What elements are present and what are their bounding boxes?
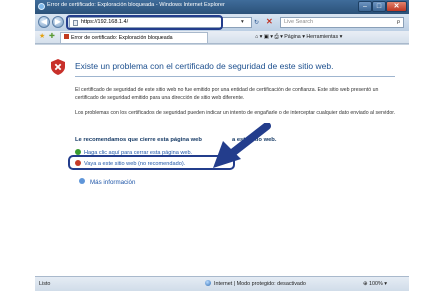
favorites-star-icon[interactable]: ★ <box>39 32 45 40</box>
back-button[interactable]: ◀ <box>38 16 50 28</box>
zoom-value: 100% <box>369 281 383 287</box>
error-heading: Existe un problema con el certificado de… <box>75 61 334 71</box>
command-bar-tools[interactable]: ⌂ ▾ ▣ ▾ ⎙ ▾ Página ▾ Herramientas ▾ <box>255 32 342 42</box>
forward-button[interactable]: ▶ <box>52 16 64 28</box>
tab-bar: ★ ✚ Error de certificado: Exploración bl… <box>35 31 409 44</box>
shield-error-icon <box>51 59 65 75</box>
page-content: Existe un problema con el certificado de… <box>35 44 409 277</box>
certificate-error-icon <box>64 34 69 39</box>
explanation-paragraph: El certificado de seguridad de este siti… <box>75 87 379 101</box>
heading-divider <box>75 76 395 77</box>
refresh-icon[interactable]: ↻ <box>254 19 264 27</box>
zoom-level[interactable]: ⊕ 100% ▾ <box>363 277 387 291</box>
ie-window: Error de certificado: Exploración bloque… <box>35 0 409 291</box>
search-icon[interactable]: ρ <box>397 18 400 27</box>
stop-button[interactable]: ✕ <box>266 17 276 27</box>
search-placeholder: Live Search <box>284 19 314 25</box>
close-button[interactable]: ✕ <box>386 1 407 12</box>
ie-app-icon <box>38 3 45 10</box>
tab-certificate-error[interactable]: Error de certificado: Exploración bloque… <box>60 32 208 43</box>
more-info-link[interactable]: Más información <box>79 178 135 186</box>
tab-title: Error de certificado: Exploración bloque… <box>71 35 173 41</box>
minimize-button[interactable]: – <box>358 1 372 12</box>
status-bar: Listo Internet | Modo protegido: desacti… <box>35 276 409 291</box>
security-zone: Internet | Modo protegido: desactivado <box>205 277 306 291</box>
recommendation-prefix: Le recomendamos que cierre esta página w… <box>75 137 202 143</box>
navigation-bar: ◀ ▶ https://192.168.1.4/ ▾ ↻ ✕ Live Sear… <box>35 14 409 31</box>
zone-label: Internet | Modo protegido: desactivado <box>214 281 306 287</box>
address-annotation-box <box>66 15 223 30</box>
globe-icon <box>205 280 211 286</box>
add-favorites-icon[interactable]: ✚ <box>49 32 55 40</box>
search-input[interactable]: Live Search ρ <box>280 17 404 28</box>
recommendation-text: Le recomendamos que cierre esta página w… <box>75 137 276 143</box>
window-title: Error de certificado: Exploración bloque… <box>47 2 225 8</box>
warning-paragraph: Los problemas con los certificados de se… <box>75 110 396 116</box>
continue-annotation-box <box>68 155 235 170</box>
annotation-arrow-icon <box>213 123 271 168</box>
status-text: Listo <box>39 281 51 287</box>
maximize-button[interactable]: □ <box>372 1 386 12</box>
more-info-label: Más información <box>90 179 136 186</box>
address-dropdown-icon[interactable]: ▾ <box>241 18 244 27</box>
title-bar: Error de certificado: Exploración bloque… <box>35 0 409 14</box>
expand-circle-icon <box>79 178 85 184</box>
